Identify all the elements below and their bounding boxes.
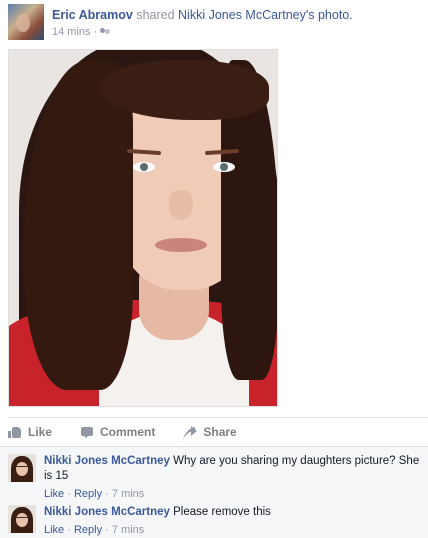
share-arrow-icon [183, 426, 198, 438]
thumbs-up-icon [8, 426, 22, 438]
comment-author-link[interactable]: Nikki Jones McCartney [44, 506, 170, 518]
post-timestamp[interactable]: 14 mins [52, 26, 91, 38]
source-name-link[interactable]: Nikki Jones McCartney's [178, 8, 314, 22]
comment-reply-link[interactable]: Reply [74, 524, 102, 536]
comment-button[interactable]: Comment [80, 425, 155, 439]
post-header: Eric Abramov shared Nikki Jones McCartne… [8, 4, 428, 44]
commenter-avatar[interactable] [8, 454, 36, 482]
commenter-avatar[interactable] [8, 505, 36, 533]
comment-meta-separator: · [67, 488, 71, 500]
friends-icon[interactable] [100, 28, 111, 36]
post-action-bar: Like Comment Share [8, 417, 428, 446]
comment-time[interactable]: 7 mins [112, 488, 144, 500]
comment-like-link[interactable]: Like [44, 524, 64, 536]
comment-meta-separator: · [105, 524, 109, 536]
post-header-line: Eric Abramov shared Nikki Jones McCartne… [52, 8, 353, 22]
comment-like-link[interactable]: Like [44, 488, 64, 500]
comment-icon [80, 426, 94, 438]
author-avatar[interactable] [8, 4, 44, 40]
comment-meta: Like · Reply · 7 mins [44, 523, 420, 538]
comment-text: Please remove this [173, 506, 271, 518]
like-label: Like [28, 425, 53, 439]
photo-link[interactable]: photo. [318, 8, 353, 22]
comment-meta-separator: · [67, 524, 71, 536]
shared-text: shared [136, 8, 175, 22]
share-label: Share [203, 425, 237, 439]
post-meta: 14 mins · [52, 26, 111, 38]
comment-time[interactable]: 7 mins [112, 524, 144, 536]
share-button[interactable]: Share [183, 425, 237, 439]
comments-section: Nikki Jones McCartney Why are you sharin… [0, 446, 428, 538]
author-name-link[interactable]: Eric Abramov [52, 8, 133, 22]
comment-meta-separator: · [105, 488, 109, 500]
comment-label: Comment [100, 425, 156, 439]
like-button[interactable]: Like [8, 425, 52, 439]
comment-reply-link[interactable]: Reply [74, 488, 102, 500]
comment-meta: Like · Reply · 7 mins [44, 487, 420, 502]
shared-photo[interactable] [8, 49, 278, 407]
comment-author-link[interactable]: Nikki Jones McCartney [44, 455, 170, 467]
meta-separator: · [93, 26, 98, 38]
